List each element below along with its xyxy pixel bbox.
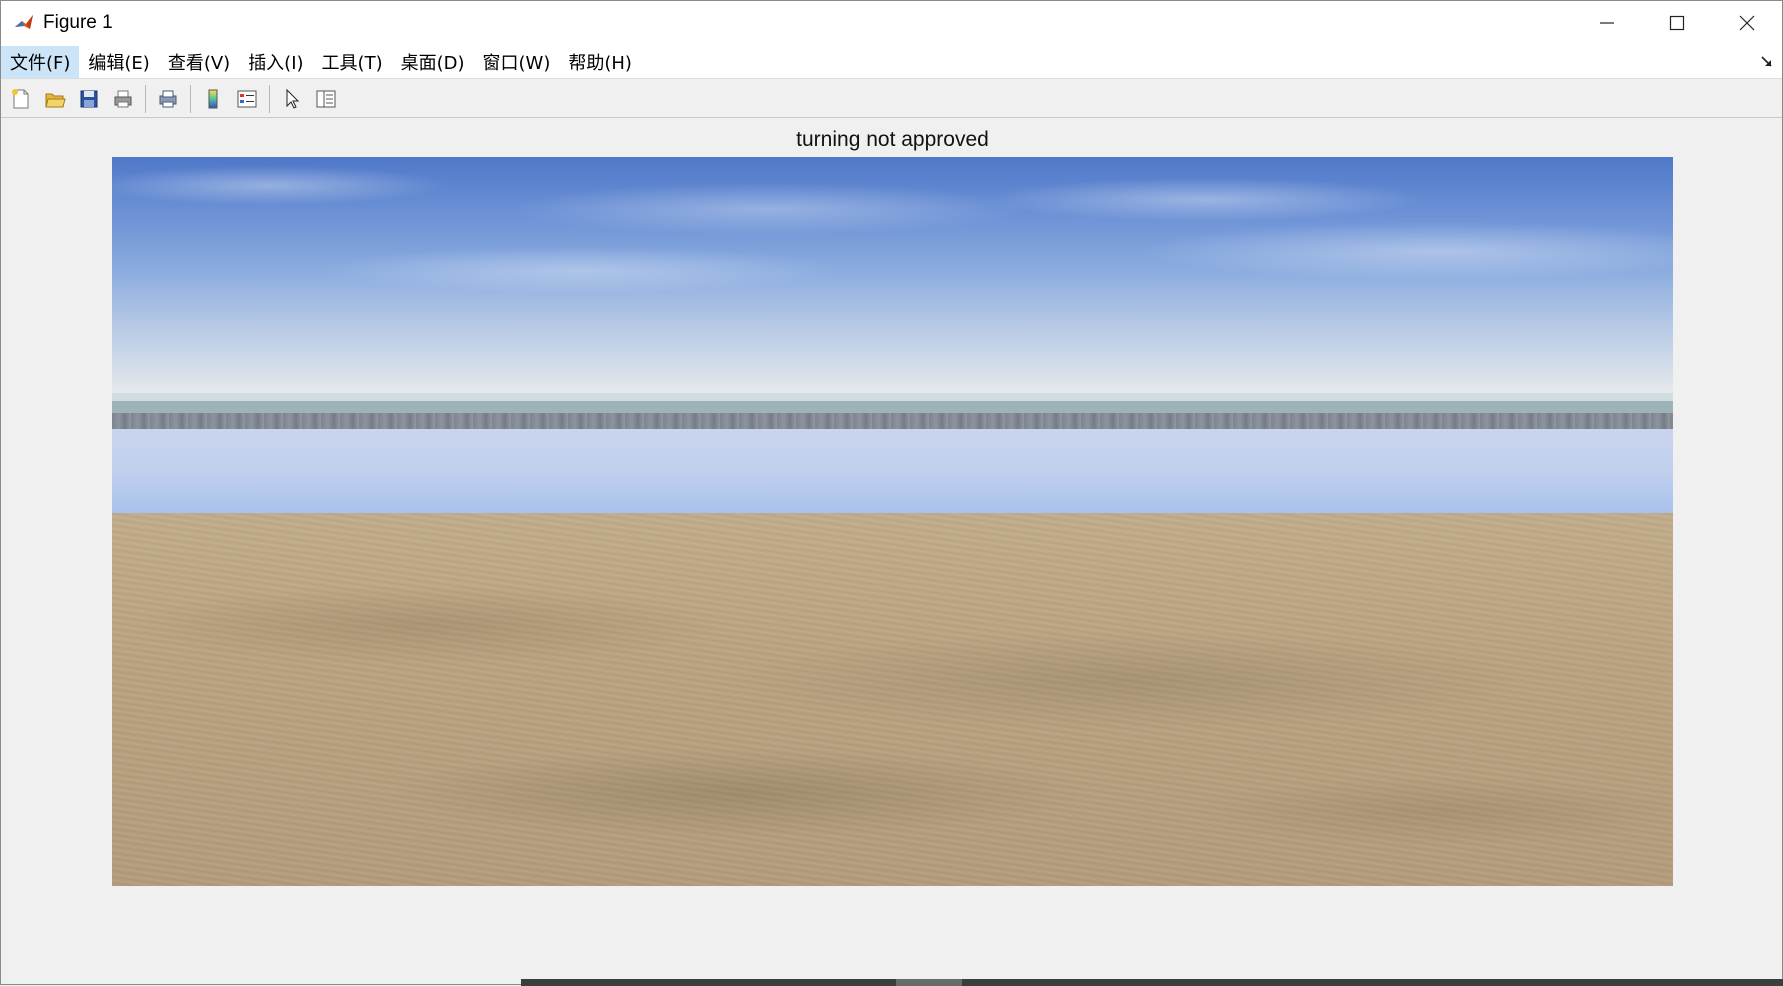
figure-window: Figure 1 文件(F) 编辑(E) 查看(V) 插入(I) 工具(T) 桌… <box>0 0 1783 986</box>
property-inspector-icon <box>316 90 336 107</box>
legend-icon <box>237 90 257 107</box>
figure-toolbar <box>1 80 1782 118</box>
maximize-button[interactable] <box>1642 1 1712 45</box>
toolbar-separator <box>269 84 270 113</box>
menu-window[interactable]: 窗口(W) <box>474 46 560 78</box>
dock-arrow-icon[interactable] <box>1760 55 1774 69</box>
toolbar-separator <box>190 84 191 113</box>
menu-view[interactable]: 查看(V) <box>159 46 239 78</box>
ground-terrain <box>112 513 1673 886</box>
menu-bar: 文件(F) 编辑(E) 查看(V) 插入(I) 工具(T) 桌面(D) 窗口(W… <box>1 45 1782 79</box>
print-preview-icon <box>159 90 177 107</box>
edit-plot-button[interactable] <box>278 85 306 113</box>
print-preview-button[interactable] <box>154 85 182 113</box>
minimize-icon <box>1600 22 1614 24</box>
colorbar-icon <box>208 89 218 108</box>
legend-button[interactable] <box>233 85 261 113</box>
save-button[interactable] <box>75 85 103 113</box>
new-figure-button[interactable] <box>7 85 35 113</box>
maximize-icon <box>1669 15 1685 31</box>
colorbar-button[interactable] <box>199 85 227 113</box>
edit-plot-pointer-icon <box>286 88 300 109</box>
window-controls <box>1572 1 1782 45</box>
horizon-strip <box>112 413 1673 429</box>
menu-file[interactable]: 文件(F) <box>1 45 80 78</box>
print-icon <box>114 90 132 107</box>
save-icon <box>80 90 98 107</box>
horizon-band <box>112 401 1673 413</box>
close-icon <box>1739 15 1755 31</box>
new-figure-icon <box>12 88 29 108</box>
print-button[interactable] <box>109 85 137 113</box>
menu-tools[interactable]: 工具(T) <box>313 46 392 78</box>
rendered-scene-image <box>112 157 1673 886</box>
open-file-icon <box>45 93 66 107</box>
menu-desktop[interactable]: 桌面(D) <box>392 46 474 78</box>
menu-insert[interactable]: 插入(I) <box>239 46 312 78</box>
title-bar[interactable]: Figure 1 <box>1 1 1782 45</box>
toolbar-separator <box>145 84 146 113</box>
matlab-icon <box>15 15 33 29</box>
sky <box>112 157 1673 393</box>
horizon-haze <box>112 393 1673 401</box>
window-title: Figure 1 <box>43 12 113 33</box>
menu-edit[interactable]: 编辑(E) <box>79 46 158 78</box>
property-inspector-button[interactable] <box>312 85 340 113</box>
menu-help[interactable]: 帮助(H) <box>559 46 641 78</box>
close-button[interactable] <box>1712 1 1782 45</box>
open-file-button[interactable] <box>41 85 69 113</box>
minimize-button[interactable] <box>1572 1 1642 45</box>
water-surface <box>112 429 1673 513</box>
axes-title: turning not approved <box>796 128 989 151</box>
